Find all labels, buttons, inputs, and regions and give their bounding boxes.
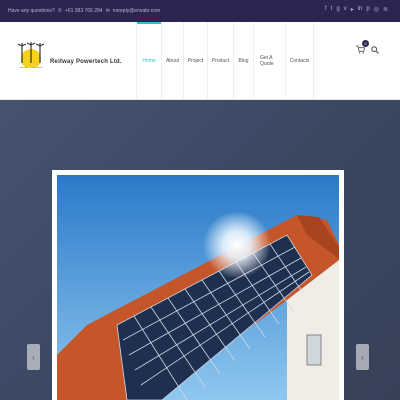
vimeo-icon[interactable]: v xyxy=(344,6,347,13)
instagram-icon[interactable]: ◎ xyxy=(374,6,379,13)
nav-about[interactable]: About xyxy=(162,22,184,100)
linkedin-icon[interactable]: in xyxy=(358,6,363,13)
nav-blog[interactable]: Blog xyxy=(234,22,254,100)
logo-tagline: REITWAY POWERTECH xyxy=(19,67,43,69)
nav-project[interactable]: Project xyxy=(184,22,208,100)
logo-image: REITWAY POWERTECH xyxy=(16,41,46,73)
email-link[interactable]: noreply@envato.com xyxy=(113,8,160,14)
pinterest-icon[interactable]: p xyxy=(366,6,369,13)
youtube-icon[interactable]: ▸ xyxy=(351,6,354,13)
nav-get-a-quote[interactable]: Get A Quote xyxy=(254,22,286,100)
logo-text: Reitway Powertech Ltd. xyxy=(50,59,122,65)
top-bar: Have any questions? ✆ +61 383 766 284 ✉ … xyxy=(0,0,400,22)
email-icon: ✉ xyxy=(105,8,110,14)
slider-next-button[interactable]: › xyxy=(356,344,369,370)
nav-home[interactable]: Home xyxy=(136,22,162,100)
phone-number[interactable]: +61 383 766 284 xyxy=(65,8,103,14)
twitter-icon[interactable]: t xyxy=(331,6,333,13)
rss-icon[interactable]: ≋ xyxy=(383,6,388,13)
cart-count-badge: 0 xyxy=(362,40,369,47)
facebook-icon[interactable]: f xyxy=(325,6,327,13)
google-plus-icon[interactable]: g xyxy=(336,6,339,13)
phone-icon: ✆ xyxy=(57,8,62,14)
main-nav: Home About Project Product Blog Get A Qu… xyxy=(136,22,314,100)
slider-prev-button[interactable]: ‹ xyxy=(27,344,40,370)
site-header: REITWAY POWERTECH Reitway Powertech Ltd.… xyxy=(0,22,400,100)
logo[interactable]: REITWAY POWERTECH Reitway Powertech Ltd. xyxy=(16,41,122,73)
nav-product[interactable]: Product xyxy=(208,22,234,100)
social-links: f t g v ▸ in p ◎ ≋ xyxy=(325,6,388,13)
slide-image-solar-roof xyxy=(57,175,339,400)
search-icon[interactable] xyxy=(371,46,379,54)
contact-info: Have any questions? ✆ +61 383 766 284 ✉ … xyxy=(8,8,160,14)
nav-contacts[interactable]: Contacts xyxy=(286,22,314,100)
question-text: Have any questions? xyxy=(8,8,55,14)
